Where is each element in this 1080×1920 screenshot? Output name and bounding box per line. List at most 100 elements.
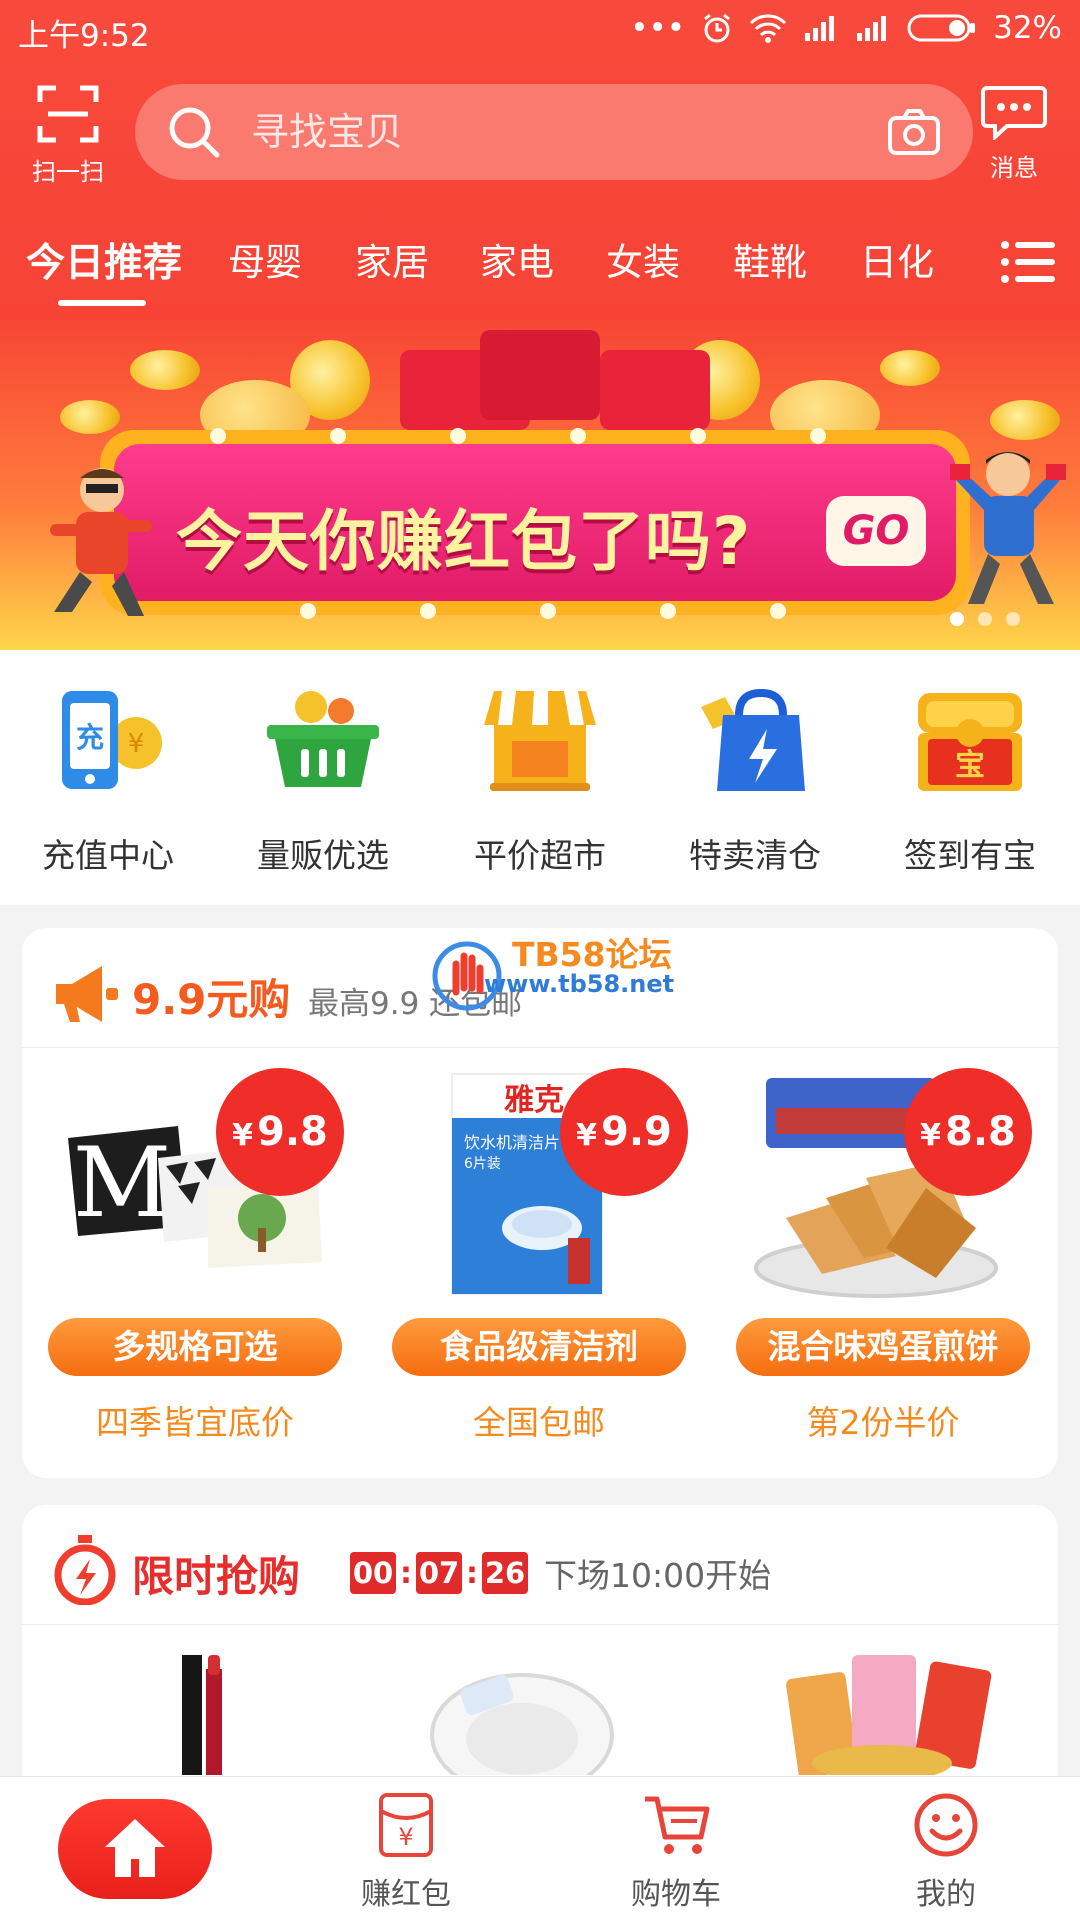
nav-home[interactable] — [58, 1799, 212, 1899]
quick-supermarket[interactable]: 平价超市 — [450, 685, 630, 877]
tab-baby[interactable]: 母婴 — [228, 232, 302, 286]
top-bar: 扫一扫 消息 — [0, 78, 1080, 188]
product-tag[interactable]: 食品级清洁剂 — [392, 1318, 686, 1376]
cart-icon — [645, 1796, 710, 1854]
yen-symbol: ¥ — [920, 1118, 941, 1153]
active-tab-indicator — [58, 300, 146, 306]
tab-daily-chem[interactable]: 日化 — [860, 232, 934, 286]
signal-icon-1 — [805, 16, 835, 41]
bulb-light — [690, 428, 706, 444]
product-tag[interactable]: 多规格可选 — [48, 1318, 342, 1376]
toilet-seat-image[interactable] — [422, 1665, 622, 1775]
deal-99-header[interactable]: 9.9元购 最高9.9 还包邮 TB58论坛 www.tb58.net — [22, 928, 1058, 1048]
price-badge: ¥9.9 — [560, 1068, 688, 1196]
promo-banner[interactable]: 今天你赚红包了吗? GO — [0, 320, 1080, 650]
smiley-icon — [914, 1793, 978, 1857]
quick-bulk-select[interactable]: 量贩优选 — [233, 685, 413, 877]
nav-cart[interactable]: 购物车 — [596, 1791, 756, 1913]
product-tag[interactable]: 混合味鸡蛋煎饼 — [736, 1318, 1030, 1376]
svg-text:¥: ¥ — [128, 729, 145, 759]
phone-recharge-icon: ¥ 充 — [48, 685, 168, 795]
pagination-dot[interactable] — [1006, 612, 1020, 626]
price-value: 9.8 — [257, 1109, 328, 1155]
tab-womens[interactable]: 女装 — [606, 232, 680, 286]
category-tabs: 今日推荐 母婴 家居 家电 女装 鞋靴 日化 — [0, 232, 1080, 308]
basket-icon — [263, 685, 383, 795]
yen-symbol: ¥ — [576, 1118, 597, 1153]
quick-label: 充值中心 — [42, 836, 174, 875]
tab-home[interactable]: 家居 — [355, 232, 429, 286]
price-badge: ¥8.8 — [904, 1068, 1032, 1196]
quick-label: 签到有宝 — [904, 836, 1036, 875]
cartoon-man-left — [50, 468, 152, 616]
home-icon — [105, 1819, 165, 1877]
bulb-light — [210, 428, 226, 444]
quick-recharge[interactable]: ¥ 充 充值中心 — [18, 685, 198, 877]
message-button[interactable]: 消息 — [970, 84, 1058, 183]
megaphone-icon — [56, 966, 118, 1022]
red-envelope-icon: ¥ — [379, 1793, 433, 1857]
store-icon — [480, 685, 600, 795]
cheese-snack-image[interactable] — [772, 1645, 1002, 1775]
svg-text:宝: 宝 — [955, 748, 985, 783]
category-menu-icon[interactable] — [1000, 240, 1056, 284]
countdown-hours: 00 — [350, 1552, 396, 1594]
banner-headline: 今天你赚红包了吗? — [176, 503, 752, 580]
tab-appliances[interactable]: 家电 — [480, 232, 554, 286]
bulb-light — [810, 428, 826, 444]
product-note: 全国包邮 — [473, 1403, 605, 1442]
quick-entry-grid: ¥ 充 充值中心 量贩优选 平价超市 特卖清仓 宝 签到有宝 — [0, 650, 1080, 905]
quick-checkin[interactable]: 宝 签到有宝 — [880, 685, 1060, 877]
stopwatch-icon — [54, 1535, 116, 1605]
banner-board: 今天你赚红包了吗? GO — [100, 430, 970, 615]
red-envelope-decoration — [600, 350, 710, 430]
banner-go-button[interactable]: GO — [826, 496, 926, 566]
nav-red-envelope[interactable]: ¥ 赚红包 — [326, 1791, 486, 1913]
pack-line2: 6片装 — [464, 1156, 501, 1172]
more-dots-icon: ••• — [630, 10, 686, 46]
tab-today[interactable]: 今日推荐 — [26, 232, 182, 288]
tab-shoes[interactable]: 鞋靴 — [733, 232, 807, 286]
lipstick-image[interactable] — [152, 1655, 252, 1775]
countdown-timer: 00 : 07 : 26 下场10:00开始 — [350, 1549, 771, 1597]
banner-pagination — [950, 612, 1020, 626]
bulb-light — [330, 428, 346, 444]
cleaning-tablets-box-image: 雅克 饮水机清洁片 6片装 ¥9.9 — [392, 1068, 692, 1308]
flash-sale-header[interactable]: 限时抢购 00 : 07 : 26 下场10:00开始 — [22, 1505, 1058, 1625]
quick-label: 特卖清仓 — [689, 836, 821, 875]
coin-decoration — [990, 400, 1060, 440]
nav-label: 购物车 — [631, 1877, 721, 1912]
cartoon-man-right — [950, 452, 1066, 604]
bulb-light — [540, 603, 556, 619]
battery-icon — [907, 14, 976, 42]
camera-icon[interactable] — [887, 108, 941, 156]
scan-label: 扫一扫 — [32, 158, 104, 186]
svg-text:M: M — [73, 1127, 171, 1239]
product-card[interactable]: 雅克 饮水机清洁片 6片装 ¥9.9 — [392, 1068, 692, 1308]
nav-mine[interactable]: 我的 — [866, 1791, 1026, 1913]
forum-watermark: TB58论坛 www.tb58.net — [412, 928, 674, 1038]
wifi-icon — [750, 14, 787, 43]
red-envelope-decoration — [480, 330, 600, 420]
pagination-dot[interactable] — [978, 612, 992, 626]
search-input[interactable] — [251, 110, 851, 154]
bottom-navigation: ¥ 赚红包 购物车 我的 — [0, 1776, 1080, 1920]
quick-label: 量贩优选 — [257, 836, 389, 875]
app-header: 上午9:52 ••• 32% 扫一扫 消息 今日推荐 母婴 家居 家 — [0, 0, 1080, 320]
deal-99-title: 9.9元购 — [132, 975, 291, 1024]
status-time: 上午9:52 — [18, 18, 150, 54]
quick-clearance[interactable]: 特卖清仓 — [665, 685, 845, 877]
bulb-light — [420, 603, 436, 619]
nav-label: 赚红包 — [361, 1877, 451, 1912]
quick-label: 平价超市 — [474, 836, 606, 875]
product-card[interactable]: ¥8.8 — [736, 1068, 1036, 1308]
scan-button[interactable]: 扫一扫 — [24, 84, 112, 187]
pagination-dot[interactable] — [950, 612, 964, 626]
yen-symbol: ¥ — [232, 1118, 253, 1153]
search-icon — [169, 107, 220, 158]
message-icon — [981, 86, 1047, 142]
search-bar[interactable] — [135, 84, 973, 180]
product-card[interactable]: M ¥9.8 — [48, 1068, 348, 1308]
flash-sale-title: 限时抢购 — [132, 1552, 301, 1601]
pack-brand: 雅克 — [504, 1083, 564, 1118]
